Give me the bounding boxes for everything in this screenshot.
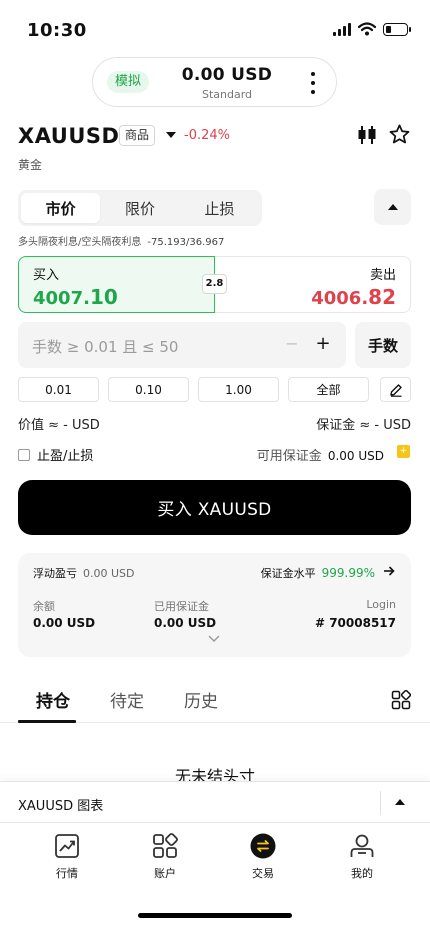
buy-panel[interactable]: 买入 4007.10 — [18, 256, 215, 313]
login-value: # 70008517 — [314, 616, 396, 630]
account-balance: 0.00 USD — [181, 65, 273, 85]
sltp-label: 止盈/止损 — [37, 449, 94, 464]
chevron-down-icon[interactable] — [208, 635, 220, 643]
arrow-right-icon[interactable] — [383, 565, 395, 577]
tab-label: 我的 — [351, 867, 373, 880]
swap-info: 多头隔夜利息/空头隔夜利息 -75.193/36.967 — [18, 233, 224, 248]
sell-label: 卖出 — [369, 268, 396, 283]
price-change: -0.24% — [184, 128, 230, 143]
quick-lot-button[interactable]: 0.10 — [108, 377, 189, 402]
tab-stop[interactable]: 止损 — [180, 193, 259, 223]
sell-price: 4006.82 — [311, 285, 396, 309]
sltp-checkbox[interactable] — [18, 448, 30, 461]
lots-input[interactable]: 手数 ≥ 0.01 且 ≤ 50 − + — [18, 322, 346, 368]
tab-pending[interactable]: 待定 — [110, 687, 144, 712]
tab-trade[interactable]: 交易 — [233, 833, 293, 881]
free-margin: 可用保证金 0.00 USD — [256, 449, 384, 464]
collapse-button[interactable] — [374, 189, 411, 225]
tab-positions[interactable]: 持仓 — [36, 687, 70, 712]
order-margin: 保证金 ≈ - USD — [316, 418, 411, 433]
spread-badge: 2.8 — [202, 274, 227, 294]
swap-value: -75.193/36.967 — [147, 237, 225, 248]
buy-price: 4007.10 — [33, 285, 118, 309]
minus-button[interactable]: − — [280, 332, 304, 356]
caret-down-icon[interactable] — [166, 132, 176, 138]
margin-level: 保证金水平 999.99% — [260, 566, 375, 580]
quick-lot-all-button[interactable]: 全部 — [288, 377, 369, 402]
tab-account[interactable]: 账户 — [135, 833, 195, 881]
tab-profile[interactable]: 我的 — [332, 833, 392, 881]
category-badge: 商品 — [119, 125, 156, 146]
quick-lot-button[interactable]: 0.01 — [18, 377, 99, 402]
lots-placeholder: 手数 ≥ 0.01 且 ≤ 50 — [32, 338, 179, 356]
caret-up-icon — [387, 204, 398, 210]
free-margin-value: 0.00 USD — [327, 449, 384, 463]
symbol-code[interactable]: XAUUSD — [18, 124, 119, 148]
status-icons — [333, 22, 411, 36]
quick-lot-button[interactable]: 1.00 — [198, 377, 279, 402]
used-margin-label: 已用保证金 — [154, 600, 209, 613]
expand-chart-icon[interactable] — [395, 799, 405, 805]
pencil-icon — [389, 383, 402, 397]
more-vertical-icon[interactable] — [310, 72, 316, 94]
tab-label: 交易 — [252, 867, 274, 880]
wifi-icon — [358, 22, 376, 36]
active-tab-indicator — [18, 720, 76, 723]
tab-label: 行情 — [56, 867, 78, 880]
account-switcher[interactable]: 模拟 0.00 USD Standard — [92, 57, 337, 107]
grid-view-icon[interactable] — [391, 690, 411, 710]
trade-swap-icon — [250, 833, 276, 859]
chart-drawer-title: XAUUSD 图表 — [18, 799, 104, 814]
home-indicator — [138, 913, 292, 918]
tab-label: 账户 — [154, 867, 176, 880]
divider — [380, 791, 381, 815]
account-type: Standard — [201, 88, 253, 101]
chart-trend-icon — [55, 834, 79, 858]
status-time: 10:30 — [27, 20, 87, 41]
lots-unit-button[interactable]: 手数 — [355, 322, 411, 368]
buy-label: 买入 — [33, 268, 60, 283]
sltp-toggle[interactable]: 止盈/止损 — [18, 445, 93, 464]
order-type-tabs: 市价 限价 止损 — [18, 190, 262, 226]
used-margin-value: 0.00 USD — [154, 616, 217, 630]
tab-history[interactable]: 历史 — [184, 687, 218, 712]
floating-pl: 浮动盈亏 0.00 USD — [33, 567, 135, 580]
demo-badge: 模拟 — [107, 71, 150, 93]
profile-icon — [350, 834, 374, 857]
account-summary-card: 浮动盈亏 0.00 USD 保证金水平 999.99% 余额 0.00 USD 已用… — [18, 553, 411, 657]
sell-panel[interactable]: 卖出 4006.82 — [215, 256, 411, 313]
signal-icon — [333, 22, 351, 36]
bottom-tab-bar: 行情 账户 交易 我的 — [0, 823, 430, 930]
account-grid-icon — [153, 833, 178, 858]
login-label: Login — [366, 598, 396, 611]
position-tabs: 持仓 待定 历史 — [0, 683, 430, 723]
order-value: 价值 ≈ - USD — [18, 418, 100, 433]
buy-submit-button[interactable]: 买入 XAUUSD — [18, 480, 411, 535]
chart-drawer[interactable]: XAUUSD 图表 — [0, 781, 430, 823]
balance-value: 0.00 USD — [33, 616, 96, 630]
star-icon[interactable] — [388, 123, 411, 146]
swap-label: 多头隔夜利息/空头隔夜利息 — [18, 237, 142, 248]
plus-button[interactable]: + — [311, 332, 335, 356]
tab-market-quotes[interactable]: 行情 — [37, 833, 97, 881]
tab-limit[interactable]: 限价 — [100, 193, 179, 223]
status-bar: 10:30 — [0, 0, 430, 58]
battery-icon — [383, 22, 411, 36]
tab-market[interactable]: 市价 — [21, 193, 101, 223]
info-icon[interactable]: + — [397, 445, 410, 458]
edit-lots-button[interactable] — [380, 377, 411, 402]
symbol-name: 黄金 — [18, 158, 43, 172]
balance-label: 余额 — [33, 600, 55, 613]
candlestick-icon[interactable] — [356, 124, 378, 146]
